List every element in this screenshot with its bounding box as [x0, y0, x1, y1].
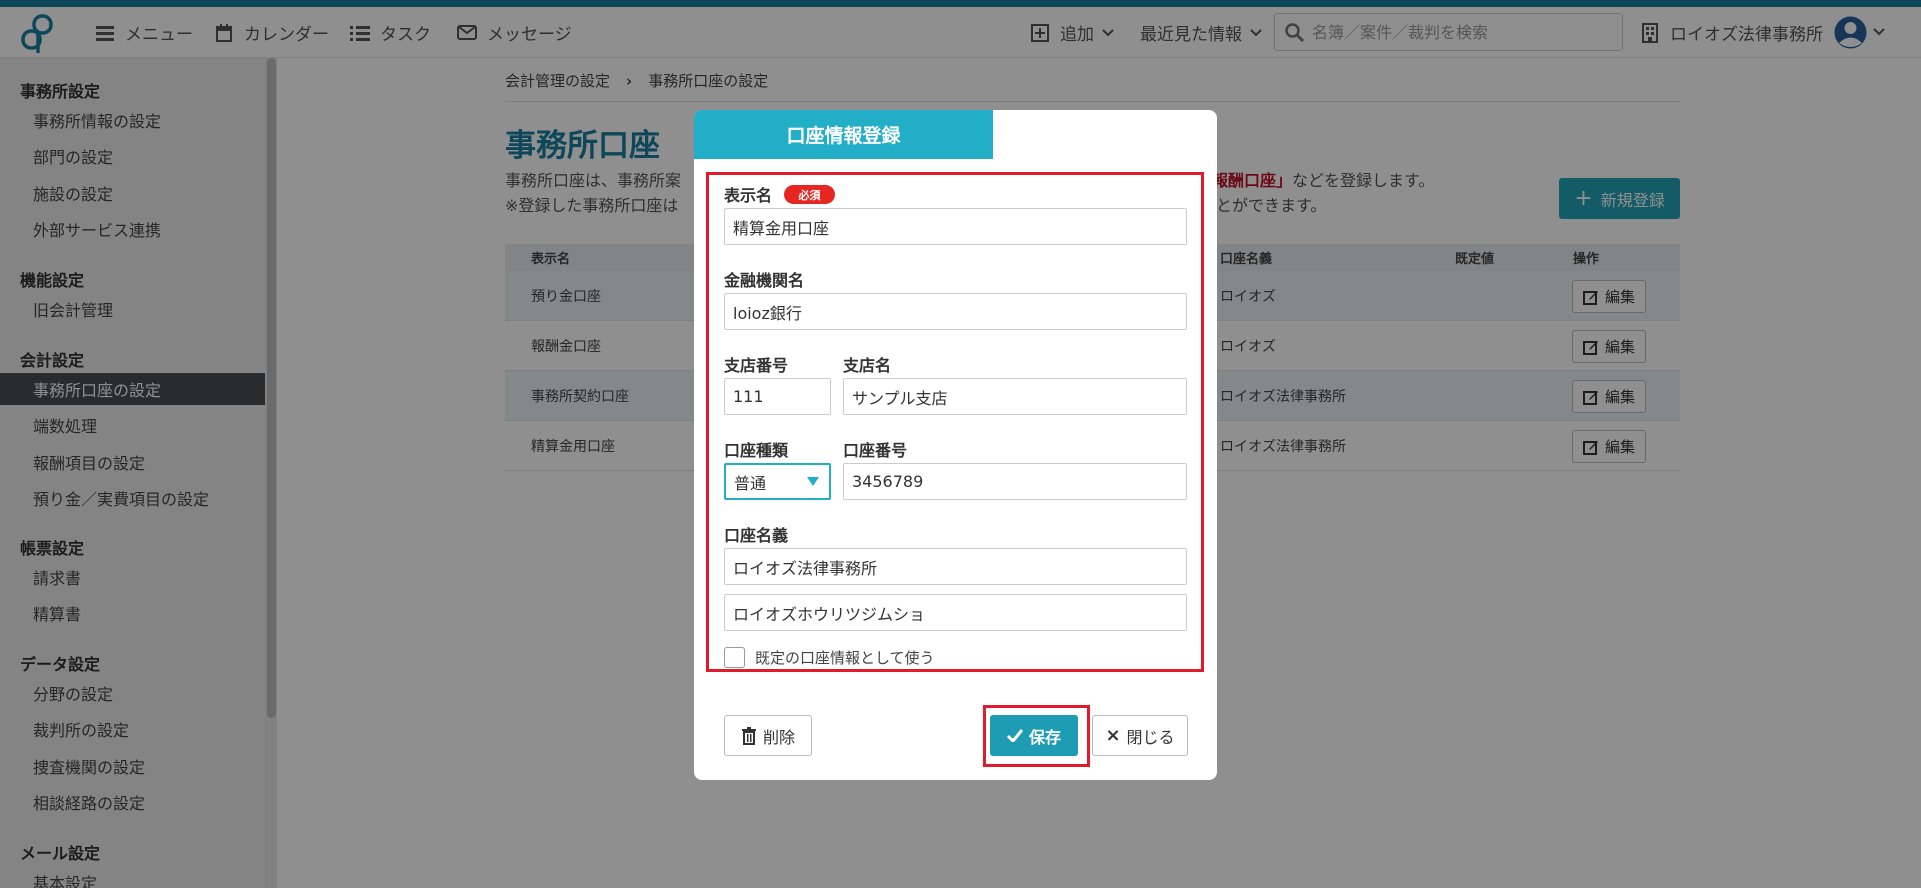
branch-name-input[interactable]: サンプル支店: [843, 378, 1187, 415]
delete-label: 削除: [762, 727, 795, 747]
bank-name-input[interactable]: loioz銀行: [724, 293, 1187, 330]
account-number-label: 口座番号: [843, 441, 908, 460]
account-holder-input[interactable]: ロイオズ法律事務所: [724, 548, 1187, 585]
branch-number-label: 支店番号: [724, 356, 789, 375]
display-name-label: 表示名: [724, 186, 773, 205]
branch-name-label: 支店名: [843, 356, 892, 375]
account-holder-kana-input[interactable]: ロイオズホウリツジムショ: [724, 594, 1187, 631]
account-type-value: 普通: [734, 473, 767, 493]
display-name-input[interactable]: 精算金用口座: [724, 208, 1187, 245]
close-label: 閉じる: [1126, 727, 1175, 747]
default-account-row[interactable]: 既定の口座情報として使う: [724, 647, 935, 668]
account-holder-label: 口座名義: [724, 526, 789, 545]
check-icon: [1006, 729, 1023, 742]
bank-name-label: 金融機関名: [724, 271, 805, 290]
branch-number-input[interactable]: 111: [724, 378, 831, 415]
save-label: 保存: [1028, 727, 1061, 747]
dropdown-arrow-icon: [807, 477, 819, 486]
default-account-checkbox[interactable]: [724, 647, 745, 668]
dialog-title: 口座情報登録: [694, 110, 993, 159]
account-type-label: 口座種類: [724, 441, 789, 460]
trash-icon: [741, 726, 756, 745]
account-type-select[interactable]: 普通: [724, 463, 831, 500]
close-icon: ×: [1105, 725, 1121, 746]
required-badge: 必須: [784, 185, 835, 204]
default-account-label: 既定の口座情報として使う: [755, 649, 935, 667]
delete-button[interactable]: 削除: [724, 715, 812, 756]
close-button[interactable]: × 閉じる: [1092, 715, 1188, 756]
save-button[interactable]: 保存: [990, 715, 1078, 756]
account-info-dialog: 口座情報登録 表示名 必須 精算金用口座 金融機関名 loioz銀行 支店番号 …: [694, 110, 1217, 780]
account-number-input[interactable]: 3456789: [843, 463, 1187, 500]
